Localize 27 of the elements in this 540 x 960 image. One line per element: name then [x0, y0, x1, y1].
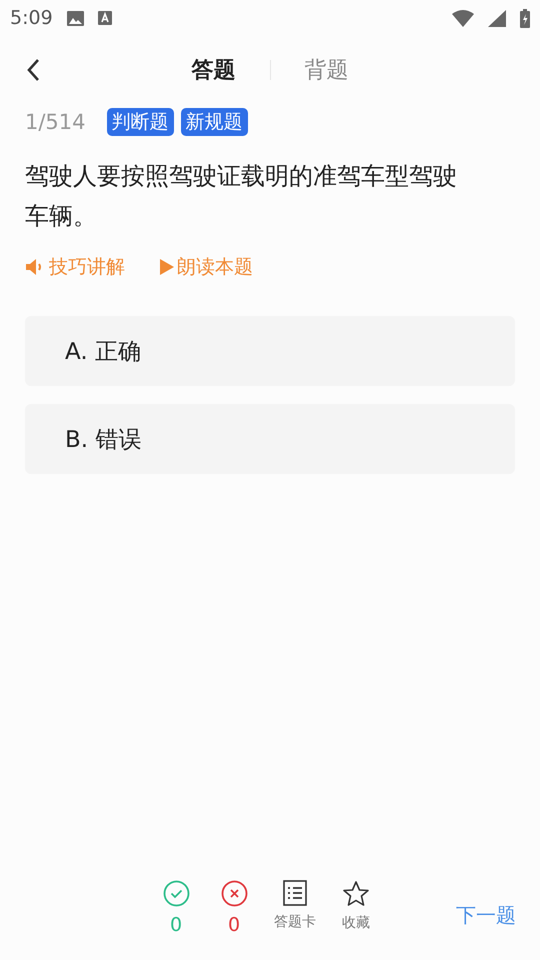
toolbar-item[interactable]: 答题卡 — [274, 880, 316, 931]
question-text: 驾驶人要按照驾驶证载明的准驾车型驾驶车辆。 — [24, 161, 458, 232]
answer-option[interactable]: A. 正确 — [25, 316, 515, 386]
toolbar-item[interactable]: 0 — [158, 880, 194, 936]
question-tag: 判断题 — [106, 108, 174, 136]
tab[interactable]: 答题 — [192, 55, 236, 85]
signal-icon — [488, 10, 506, 26]
audio-link[interactable]: 技巧讲解 — [25, 254, 125, 280]
question-counter: 1/514 — [25, 110, 86, 134]
answer-option[interactable]: B. 错误 — [25, 404, 515, 474]
wifi-icon — [452, 10, 474, 26]
toolbar-item[interactable]: 收藏 — [338, 880, 374, 932]
toolbar-item[interactable]: 0 — [216, 880, 252, 936]
next-question-link[interactable]: 下一题 — [456, 902, 516, 929]
battery-icon — [520, 8, 530, 28]
play-icon — [159, 258, 175, 276]
image-icon — [66, 10, 84, 26]
cross-circle-icon — [220, 880, 248, 907]
status-time: 5:09 — [10, 7, 53, 29]
back-icon[interactable] — [26, 58, 40, 82]
star-icon — [342, 880, 370, 907]
tab[interactable]: 背题 — [304, 55, 348, 85]
question-tag: 新规题 — [180, 108, 248, 136]
font-icon — [98, 11, 112, 25]
check-circle-icon — [162, 880, 190, 907]
list-icon — [283, 880, 307, 906]
audio-link[interactable]: 朗读本题 — [159, 254, 253, 280]
